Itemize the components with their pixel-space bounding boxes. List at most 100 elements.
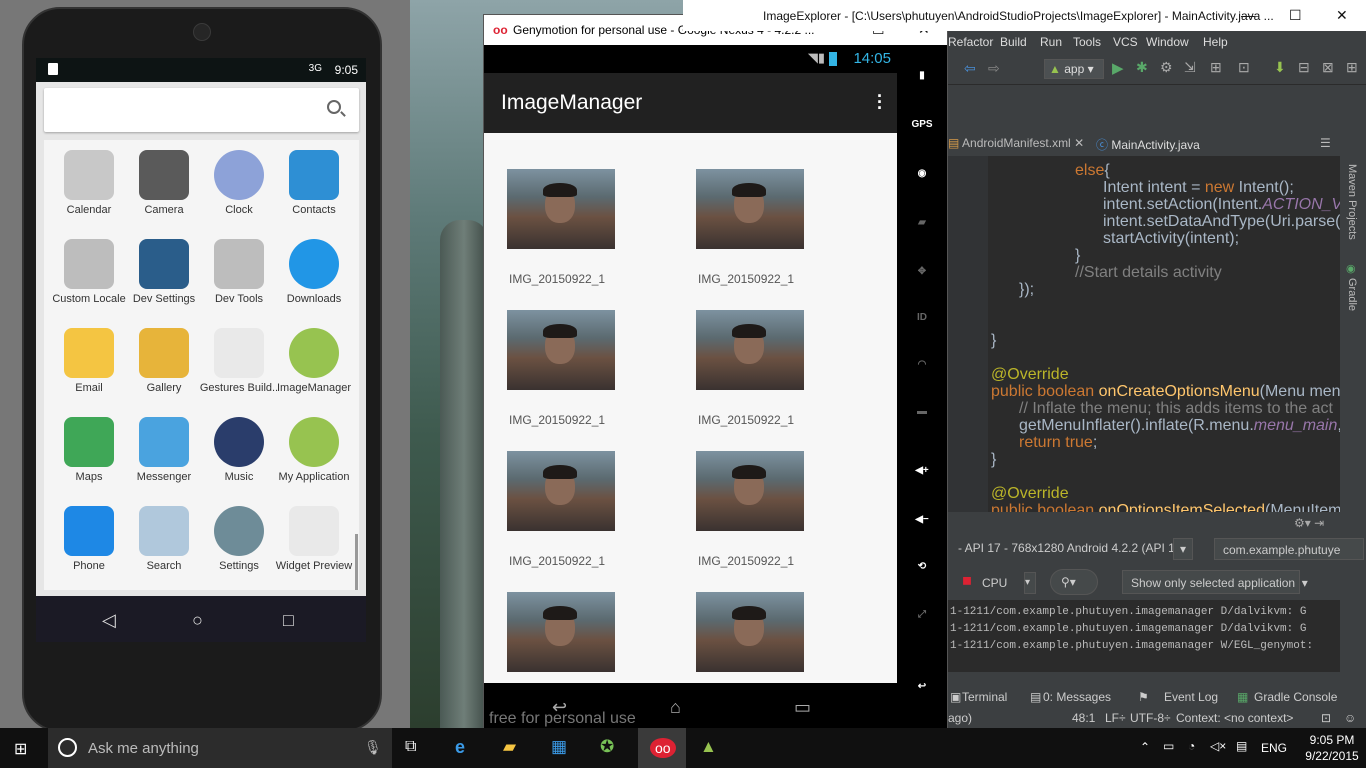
image-thumbnail[interactable] — [507, 169, 615, 249]
lock-icon[interactable]: ⊡ — [1321, 711, 1331, 725]
app-custom-locale[interactable]: Custom Locale — [49, 231, 129, 319]
app-email[interactable]: Email — [49, 320, 129, 408]
volume-icon[interactable]: ◁× — [1210, 739, 1226, 753]
line-separator[interactable]: LF÷ — [1105, 711, 1126, 725]
video-icon[interactable]: ▰ — [907, 208, 937, 238]
menu-tools[interactable]: Tools — [1073, 35, 1101, 49]
attach-icon[interactable]: ⚙ — [1160, 59, 1173, 76]
app-phone[interactable]: Phone — [49, 498, 129, 586]
back-arrow-icon[interactable]: ⇦ — [964, 60, 976, 77]
home-button[interactable]: ○ — [192, 610, 203, 631]
search-icon[interactable] — [327, 100, 341, 114]
tab-main-activity[interactable]: ⓒ MainActivity.java — [1096, 136, 1200, 153]
app-imagemanager[interactable]: ImageManager — [274, 320, 354, 408]
menu-window[interactable]: Window — [1146, 35, 1189, 49]
app-widget-preview[interactable]: Widget Preview — [274, 498, 354, 586]
menu-build[interactable]: Build — [1000, 35, 1027, 49]
tab-overflow-icon[interactable]: ☰ — [1320, 136, 1331, 150]
wifi-icon[interactable]: ◔ — [1188, 739, 1195, 753]
context-indicator[interactable]: Context: <no context> — [1176, 711, 1293, 725]
back-icon[interactable]: ↩ — [907, 672, 937, 702]
run-icon[interactable]: ▶ — [1112, 59, 1124, 77]
camera-icon[interactable]: ◉ — [907, 159, 937, 189]
language-indicator[interactable]: ENG — [1261, 741, 1287, 755]
app-dev-tools[interactable]: Dev Tools — [199, 231, 279, 319]
image-thumbnail[interactable] — [507, 592, 615, 672]
android-device-icon[interactable]: ▲ — [700, 737, 717, 757]
app-gestures-build[interactable]: Gestures Build.. — [199, 320, 279, 408]
rotate-icon[interactable]: ⟲ — [907, 552, 937, 582]
menu-vcs[interactable]: VCS — [1113, 35, 1138, 49]
ide-minimize-button[interactable]: — — [1241, 7, 1255, 23]
image-thumbnail[interactable] — [696, 310, 804, 390]
event-log-tab[interactable]: Event Log — [1164, 690, 1218, 704]
image-thumbnail[interactable] — [696, 169, 804, 249]
cpu-label[interactable]: CPU — [982, 576, 1007, 590]
log-filter-select[interactable]: Show only selected application ▾ — [1122, 570, 1308, 594]
recents-button[interactable]: □ — [283, 610, 294, 631]
menu-refactor[interactable]: Refactor — [948, 35, 993, 49]
structure-icon[interactable]: ⊠ — [1322, 59, 1334, 76]
monitor-icon[interactable]: ⊟ — [1298, 59, 1310, 76]
app-downloads[interactable]: Downloads — [274, 231, 354, 319]
run-config-select[interactable]: ▲ app ▾ — [1044, 59, 1104, 79]
network-icon[interactable]: ▭ — [1163, 739, 1174, 753]
ide-close-button[interactable]: ✕ — [1336, 7, 1348, 24]
android-studio-icon[interactable]: ✪ — [600, 737, 614, 757]
menu-help[interactable]: Help — [1203, 35, 1228, 49]
image-thumbnail[interactable] — [696, 592, 804, 672]
volume-up-icon[interactable]: ◀+ — [907, 456, 937, 486]
action-center-icon[interactable]: ▤ — [1236, 739, 1247, 753]
app-music[interactable]: Music — [199, 409, 279, 497]
dpad-icon[interactable]: ✥ — [907, 257, 937, 287]
app-camera[interactable]: Camera — [124, 142, 204, 230]
sidebar-id-button[interactable]: ID — [907, 303, 937, 333]
help-icon[interactable]: ⊞ — [1346, 59, 1358, 76]
app-messenger[interactable]: Messenger — [124, 409, 204, 497]
clock[interactable]: 9:05 PM 9/22/2015 — [1304, 733, 1360, 763]
device-dropdown-button[interactable]: ▾ — [1173, 538, 1193, 560]
maven-projects-tab[interactable]: Maven Projects — [1346, 164, 1358, 240]
image-thumbnail[interactable] — [696, 451, 804, 531]
home-button[interactable]: ⌂ — [670, 697, 681, 718]
app-maps[interactable]: Maps — [49, 409, 129, 497]
image-thumbnail[interactable] — [507, 451, 615, 531]
app-my-application[interactable]: My Application — [274, 409, 354, 497]
recents-button[interactable]: ▭ — [794, 697, 811, 718]
battery-icon[interactable]: ▮ — [907, 61, 937, 91]
tray-overflow-icon[interactable]: ⌃ — [1140, 740, 1150, 754]
back-button[interactable]: ◁ — [102, 610, 116, 631]
gradle-console-tab[interactable]: Gradle Console — [1254, 690, 1337, 704]
overflow-menu-icon[interactable]: · · · — [877, 87, 883, 117]
ide-maximize-button[interactable]: ☐ — [1289, 7, 1302, 24]
task-view-icon[interactable]: ⧉ — [405, 738, 416, 756]
google-search-bar[interactable] — [44, 88, 359, 132]
microphone-icon[interactable]: 🎙︎ — [364, 739, 382, 756]
log-search-input[interactable]: ⚲▾ — [1050, 569, 1098, 595]
tab-android-manifest[interactable]: ▤ AndroidManifest.xml ✕ — [948, 136, 1084, 150]
file-explorer-icon[interactable]: ▰ — [503, 737, 516, 757]
inspector-icon[interactable]: ☺ — [1344, 711, 1356, 725]
gradle-tab[interactable]: Gradle — [1346, 278, 1358, 311]
avd-icon[interactable]: ⊡ — [1238, 59, 1250, 76]
sms-icon[interactable]: ▬ — [907, 397, 937, 427]
sync-icon[interactable]: ⊞ — [1210, 59, 1222, 76]
forward-arrow-icon[interactable]: ⇨ — [988, 60, 1000, 77]
app-settings[interactable]: Settings — [199, 498, 279, 586]
genymotion-taskbar-button[interactable]: oo — [638, 728, 686, 768]
terminal-tab[interactable]: Terminal — [962, 690, 1007, 704]
app-gallery[interactable]: Gallery — [124, 320, 204, 408]
sdk-icon[interactable]: ⬇ — [1274, 59, 1286, 76]
menu-run[interactable]: Run — [1040, 35, 1062, 49]
edge-icon[interactable]: e — [455, 737, 465, 758]
scale-icon[interactable]: ⤢ — [907, 600, 937, 630]
drawer-scrollbar[interactable] — [355, 534, 358, 590]
app-calendar[interactable]: Calendar — [49, 142, 129, 230]
sidebar-gps-button[interactable]: GPS — [907, 110, 937, 140]
volume-down-icon[interactable]: ◀− — [907, 505, 937, 535]
monitor-dropdown-button[interactable]: ▾ — [1024, 572, 1036, 594]
app-contacts[interactable]: Contacts — [274, 142, 354, 230]
settings-gear-icon[interactable]: ⚙▾ ⇥ — [1294, 516, 1324, 530]
package-select[interactable]: com.example.phutuye — [1214, 538, 1364, 560]
store-icon[interactable]: ▦ — [551, 737, 567, 757]
